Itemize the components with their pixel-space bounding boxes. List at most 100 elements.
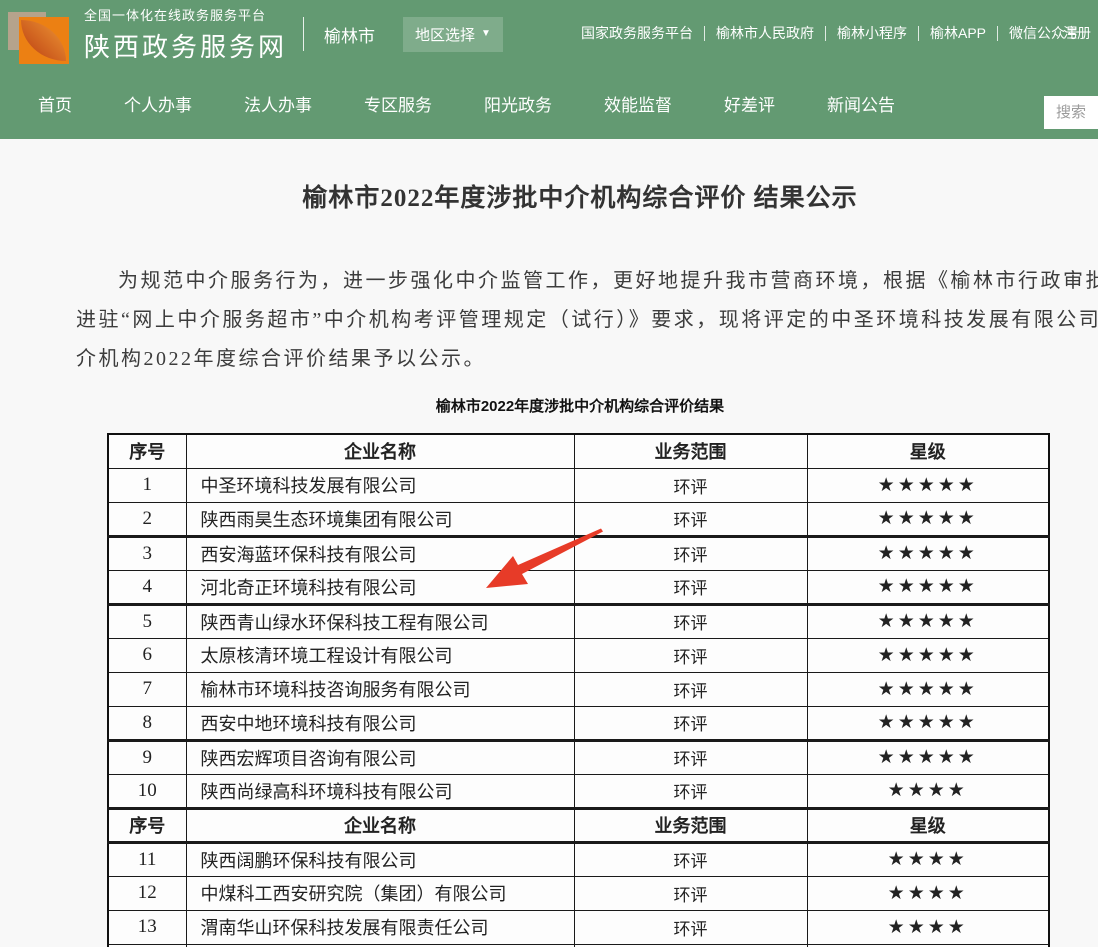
table-row: 4 河北奇正环境科技有限公司 环评 ★★★★★ (108, 570, 1049, 604)
register-link[interactable]: 注册 (1063, 23, 1091, 43)
site-title-block: 全国一体化在线政务服务平台 陕西政务服务网 (84, 5, 287, 64)
paragraph-line: 为规范中介服务行为，进一步强化中介监管工作，更好地提升我市营商环境，根据《榆林市… (76, 262, 1098, 301)
cell-scope: 环评 (574, 842, 807, 876)
link-city-government[interactable]: 榆林市人民政府 (705, 23, 825, 43)
link-mini-program[interactable]: 榆林小程序 (826, 23, 918, 43)
cell-star-rating: ★★★★★ (807, 570, 1049, 604)
cell-no: 4 (108, 570, 186, 604)
table-row: 8 西安中地环境科技有限公司 环评 ★★★★★ (108, 706, 1049, 740)
cell-star-rating: ★★★★★ (807, 536, 1049, 570)
cell-company-name: 河北奇正环境科技有限公司 (186, 570, 574, 604)
cell-star-rating: ★★★★★ (807, 502, 1049, 536)
table-row: 2 陕西雨昊生态环境集团有限公司 环评 ★★★★★ (108, 502, 1049, 536)
cell-star-rating: ★★★★★ (807, 706, 1049, 740)
page: 全国一体化在线政务服务平台 陕西政务服务网 榆林市 地区选择 ▼ 国家政务服务平… (0, 0, 1098, 947)
cell-star-rating: ★★★★ (807, 876, 1049, 910)
header-cell-stars: 星级 (807, 808, 1049, 842)
cell-scope: 环评 (574, 740, 807, 774)
header-cell-stars: 星级 (807, 434, 1049, 468)
header-cell-scope: 业务范围 (574, 434, 807, 468)
table-row: 7 榆林市环境科技咨询服务有限公司 环评 ★★★★★ (108, 672, 1049, 706)
site-header: 全国一体化在线政务服务平台 陕西政务服务网 榆林市 地区选择 ▼ 国家政务服务平… (0, 0, 1098, 139)
announcement-paragraph: 为规范中介服务行为，进一步强化中介监管工作，更好地提升我市营商环境，根据《榆林市… (76, 262, 1098, 379)
cell-company-name: 陕西雨昊生态环境集团有限公司 (186, 502, 574, 536)
cell-company-name: 西安海蓝环保科技有限公司 (186, 536, 574, 570)
cell-no: 5 (108, 604, 186, 638)
cell-no: 1 (108, 468, 186, 502)
table-header-row: 序号 企业名称 业务范围 星级 (108, 808, 1049, 842)
cell-scope: 环评 (574, 604, 807, 638)
cell-no: 13 (108, 910, 186, 944)
cell-no: 6 (108, 638, 186, 672)
chevron-down-icon: ▼ (481, 29, 491, 39)
cell-star-rating: ★★★★★ (807, 468, 1049, 502)
cell-star-rating: ★★★★★ (807, 672, 1049, 706)
site-logo[interactable] (8, 3, 72, 65)
header-cell-scope: 业务范围 (574, 808, 807, 842)
nav-item-supervision[interactable]: 效能监督 (604, 91, 672, 116)
cell-scope: 环评 (574, 774, 807, 808)
nav-item-home[interactable]: 首页 (38, 91, 72, 116)
cell-scope: 环评 (574, 468, 807, 502)
header-cell-no: 序号 (108, 434, 186, 468)
nav-item-sunshine[interactable]: 阳光政务 (484, 91, 552, 116)
cell-no: 2 (108, 502, 186, 536)
table-row: 3 西安海蓝环保科技有限公司 环评 ★★★★★ (108, 536, 1049, 570)
region-selector-label: 地区选择 (415, 24, 475, 45)
table-row: 10 陕西尚绿高科环境科技有限公司 环评 ★★★★ (108, 774, 1049, 808)
table-row: 6 太原核清环境工程设计有限公司 环评 ★★★★★ (108, 638, 1049, 672)
cell-no: 3 (108, 536, 186, 570)
table-row: 11 陕西阔鹏环保科技有限公司 环评 ★★★★ (108, 842, 1049, 876)
nav-item-news[interactable]: 新闻公告 (827, 91, 895, 116)
cell-scope: 环评 (574, 706, 807, 740)
header-cell-name: 企业名称 (186, 434, 574, 468)
nav-item-rating[interactable]: 好差评 (724, 91, 775, 116)
header-cell-name: 企业名称 (186, 808, 574, 842)
cell-company-name: 西安中地环境科技有限公司 (186, 706, 574, 740)
cell-star-rating: ★★★★★ (807, 638, 1049, 672)
cell-company-name: 中圣环境科技发展有限公司 (186, 468, 574, 502)
cell-star-rating: ★★★★★ (807, 740, 1049, 774)
cell-scope: 环评 (574, 638, 807, 672)
cell-company-name: 陕西尚绿高科环境科技有限公司 (186, 774, 574, 808)
nav-item-personal[interactable]: 个人办事 (124, 91, 192, 116)
nav-item-zones[interactable]: 专区服务 (364, 91, 432, 116)
platform-subtitle: 全国一体化在线政务服务平台 (84, 5, 287, 24)
search-box (1044, 96, 1098, 129)
paragraph-line: 进驻“网上中介服务超市”中介机构考评管理规定（试行）》要求，现将评定的中圣环境科… (76, 301, 1098, 340)
cell-scope: 环评 (574, 570, 807, 604)
cell-star-rating: ★★★★ (807, 910, 1049, 944)
cell-company-name: 榆林市环境科技咨询服务有限公司 (186, 672, 574, 706)
cell-no: 11 (108, 842, 186, 876)
table-row: 12 中煤科工西安研究院（集团）有限公司 环评 ★★★★ (108, 876, 1049, 910)
search-input[interactable] (1044, 96, 1098, 129)
cell-company-name: 中煤科工西安研究院（集团）有限公司 (186, 876, 574, 910)
page-title: 榆林市2022年度涉批中介机构综合评价 结果公示 (0, 139, 1098, 208)
cell-scope: 环评 (574, 672, 807, 706)
cell-company-name: 渭南华山环保科技发展有限责任公司 (186, 910, 574, 944)
link-city-app[interactable]: 榆林APP (919, 23, 997, 43)
cell-no: 8 (108, 706, 186, 740)
main-nav: 首页 个人办事 法人办事 专区服务 阳光政务 效能监督 好差评 新闻公告 (0, 68, 1098, 139)
cell-no: 12 (108, 876, 186, 910)
nav-item-legal[interactable]: 法人办事 (244, 91, 312, 116)
cell-no: 9 (108, 740, 186, 774)
evaluation-table: 序号 企业名称 业务范围 星级 1 中圣环境科技发展有限公司 环评 ★★★★★ … (107, 433, 1050, 947)
cell-star-rating: ★★★★ (807, 842, 1049, 876)
table-caption: 榆林市2022年度涉批中介机构综合评价结果 (0, 395, 1098, 415)
region-selector-button[interactable]: 地区选择 ▼ (403, 17, 503, 52)
header-links: 国家政务服务平台 榆林市人民政府 榆林小程序 榆林APP 微信公众号 (570, 23, 1090, 43)
cell-company-name: 陕西宏辉项目咨询有限公司 (186, 740, 574, 774)
site-name: 陕西政务服务网 (84, 27, 287, 64)
header-divider (303, 17, 304, 51)
cell-no: 7 (108, 672, 186, 706)
cell-company-name: 陕西阔鹏环保科技有限公司 (186, 842, 574, 876)
cell-star-rating: ★★★★ (807, 774, 1049, 808)
link-national-platform[interactable]: 国家政务服务平台 (570, 23, 704, 43)
current-city-label: 榆林市 (324, 22, 375, 47)
cell-scope: 环评 (574, 876, 807, 910)
cell-star-rating: ★★★★★ (807, 604, 1049, 638)
article-content: 榆林市2022年度涉批中介机构综合评价 结果公示 为规范中介服务行为，进一步强化… (0, 139, 1098, 947)
cell-company-name: 陕西青山绿水环保科技工程有限公司 (186, 604, 574, 638)
cell-scope: 环评 (574, 536, 807, 570)
